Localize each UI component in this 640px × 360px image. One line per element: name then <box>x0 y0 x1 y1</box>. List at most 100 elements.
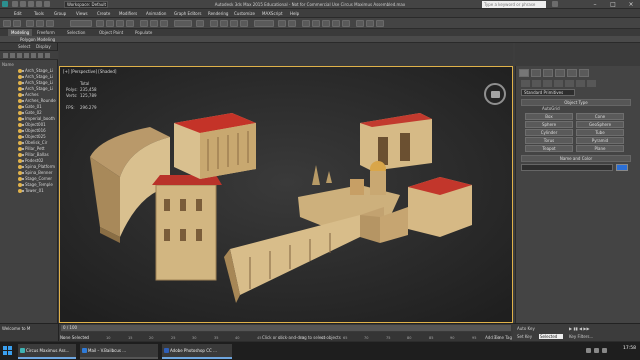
pivot-center-icon[interactable] <box>196 20 204 27</box>
perspective-viewport[interactable]: [+] [Perspective] [Shaded] Total Polys: 2… <box>59 66 513 323</box>
network-icon[interactable] <box>586 348 591 353</box>
teapot-button[interactable]: Teapot <box>525 145 573 152</box>
new-file-icon[interactable] <box>12 1 18 7</box>
schematic-view-icon[interactable] <box>332 20 340 27</box>
reference-coordinate-dropdown[interactable] <box>174 20 192 27</box>
hierarchy-tab-icon[interactable] <box>543 69 553 77</box>
object-type-rollout[interactable]: Object Type <box>521 99 631 106</box>
name-column-header[interactable]: Name <box>2 62 14 67</box>
menu-animation[interactable]: Animation <box>146 9 166 18</box>
key-mode-dropdown[interactable]: Selected <box>539 334 563 339</box>
auto-key-button[interactable]: Auto Key <box>517 326 535 331</box>
language-icon[interactable] <box>602 348 607 353</box>
menu-rendering[interactable]: Rendering <box>208 9 228 18</box>
rendered-frame-icon[interactable] <box>366 20 374 27</box>
mirror-icon[interactable] <box>278 20 286 27</box>
move-icon[interactable] <box>140 20 148 27</box>
select-object-icon[interactable] <box>96 20 104 27</box>
windows-start-icon[interactable] <box>3 346 13 356</box>
menu-graph-editors[interactable]: Graph Editors <box>174 9 201 18</box>
window-crossing-icon[interactable] <box>126 20 134 27</box>
bind-space-warp-icon[interactable] <box>46 20 54 27</box>
render-setup-icon[interactable] <box>356 20 364 27</box>
set-key-button[interactable]: Set Key <box>517 334 532 339</box>
link-icon[interactable] <box>26 20 34 27</box>
curve-editor-icon[interactable] <box>322 20 330 27</box>
render-teapot-icon[interactable] <box>376 20 384 27</box>
menu-group[interactable]: Group <box>54 9 66 18</box>
menu-help[interactable]: Help <box>290 9 299 18</box>
menu-tools[interactable]: Tools <box>34 9 44 18</box>
torus-button[interactable]: Torus <box>525 137 573 144</box>
display-spacewarps-icon[interactable] <box>38 53 43 58</box>
minimize-button[interactable]: – <box>586 0 604 9</box>
redo-icon[interactable] <box>44 1 50 7</box>
motion-tab-icon[interactable] <box>555 69 565 77</box>
tab-select[interactable]: Select <box>18 43 30 51</box>
layer-explorer-icon[interactable] <box>302 20 310 27</box>
percent-snap-icon[interactable] <box>230 20 238 27</box>
material-editor-icon[interactable] <box>342 20 350 27</box>
tube-button[interactable]: Tube <box>576 129 624 136</box>
sphere-button[interactable]: Sphere <box>525 121 573 128</box>
open-file-icon[interactable] <box>20 1 26 7</box>
rectangular-selection-icon[interactable] <box>116 20 124 27</box>
primitive-category-dropdown[interactable]: Standard Primitives <box>521 89 575 96</box>
viewcube-face[interactable] <box>491 91 500 98</box>
maxscript-listener[interactable]: Welcome to M <box>2 326 30 331</box>
volume-icon[interactable] <box>594 348 599 353</box>
close-button[interactable]: × <box>622 0 640 9</box>
menu-maxscript[interactable]: MAXScript <box>262 9 283 18</box>
list-item[interactable]: Tower_01 <box>0 188 58 194</box>
tab-freeform[interactable]: Freeform <box>34 29 58 36</box>
display-cameras-icon[interactable] <box>24 53 29 58</box>
box-button[interactable]: Box <box>525 113 573 120</box>
utilities-tab-icon[interactable] <box>579 69 589 77</box>
cameras-icon[interactable] <box>554 80 563 87</box>
geosphere-button[interactable]: GeoSphere <box>576 121 624 128</box>
space-warps-icon[interactable] <box>576 80 585 87</box>
geometry-icon[interactable] <box>521 80 530 87</box>
tab-display[interactable]: Display <box>36 43 51 51</box>
helpers-icon[interactable] <box>565 80 574 87</box>
systems-icon[interactable] <box>587 80 596 87</box>
menu-create[interactable]: Create <box>97 9 110 18</box>
filter-icon[interactable] <box>45 53 50 58</box>
lights-icon[interactable] <box>543 80 552 87</box>
tab-modeling[interactable]: Modeling <box>8 29 33 36</box>
scale-icon[interactable] <box>160 20 168 27</box>
tab-populate[interactable]: Populate <box>132 29 155 36</box>
taskbar-item-photoshop[interactable]: Adobe Photoshop CC ... <box>162 344 232 359</box>
spinner-snap-icon[interactable] <box>240 20 248 27</box>
taskbar-item-3dsmax[interactable]: Circus Maximus Ass... <box>18 344 76 359</box>
snaps-toggle-icon[interactable] <box>210 20 218 27</box>
taskbar-item-mail[interactable]: Mail – V.Bailbcus ... <box>80 344 158 359</box>
menu-customize[interactable]: Customize <box>234 9 255 18</box>
autogrid-checkbox[interactable]: AutoGrid <box>542 106 560 111</box>
create-tab-icon[interactable] <box>519 69 529 77</box>
tab-selection[interactable]: Selection <box>64 29 88 36</box>
modify-tab-icon[interactable] <box>531 69 541 77</box>
cone-button[interactable]: Cone <box>576 113 624 120</box>
menu-modifiers[interactable]: Modifiers <box>119 9 137 18</box>
display-lights-icon[interactable] <box>17 53 22 58</box>
help-icon[interactable] <box>552 1 558 7</box>
undo-tool-icon[interactable] <box>3 20 11 27</box>
rotate-icon[interactable] <box>150 20 158 27</box>
viewcube-icon[interactable] <box>484 83 506 105</box>
selection-filter-dropdown[interactable] <box>70 20 92 27</box>
named-selection-dropdown[interactable] <box>254 20 274 27</box>
display-shapes-icon[interactable] <box>10 53 15 58</box>
maximize-button[interactable]: □ <box>604 0 622 9</box>
object-name-field[interactable] <box>521 164 613 171</box>
angle-snap-icon[interactable] <box>220 20 228 27</box>
keyword-search-input[interactable]: Type a keyword or phrase <box>482 1 546 8</box>
menu-views[interactable]: Views <box>76 9 88 18</box>
pyramid-button[interactable]: Pyramid <box>576 137 624 144</box>
display-tab-icon[interactable] <box>567 69 577 77</box>
cylinder-button[interactable]: Cylinder <box>525 129 573 136</box>
tab-object-paint[interactable]: Object Paint <box>96 29 126 36</box>
plane-button[interactable]: Plane <box>576 145 624 152</box>
workspace-dropdown[interactable]: Workspace: Default <box>64 1 108 8</box>
play-controls[interactable]: ▶ ▮▮ ◀ ▶▶ <box>569 326 590 331</box>
